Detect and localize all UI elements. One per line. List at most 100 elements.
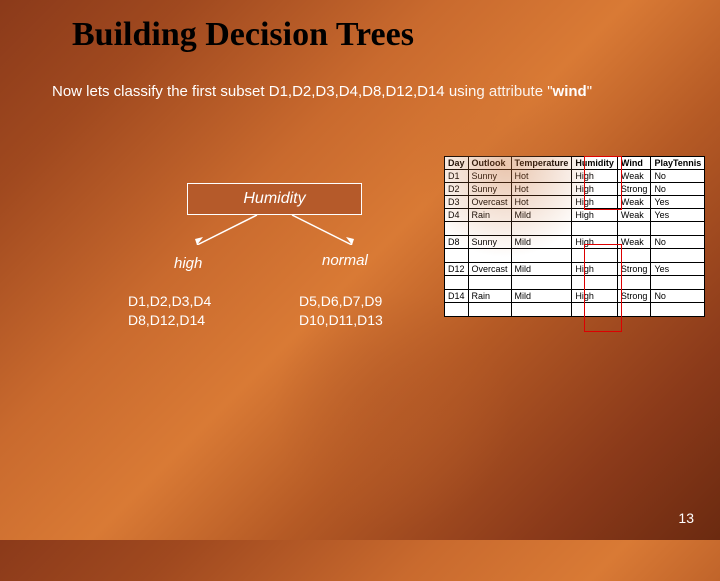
table-gap-cell [572,222,618,236]
table-row: D2SunnyHotHighStrongNo [445,183,705,196]
table-gap-cell [572,249,618,263]
table-cell: Weak [617,209,651,222]
table-cell: D2 [445,183,469,196]
table-gap-cell [617,249,651,263]
table-cell: D1 [445,170,469,183]
table-cell: No [651,290,705,303]
table-cell: Weak [617,170,651,183]
th-day: Day [445,157,469,170]
table-gap-cell [651,222,705,236]
table-gap-cell [617,303,651,317]
table-cell: No [651,170,705,183]
table-gap-cell [468,276,511,290]
table-cell: Weak [617,196,651,209]
table-cell: Mild [511,236,572,249]
table-gap-cell [572,303,618,317]
leaf-left-line2: D8,D12,D14 [128,311,211,330]
leaf-right-line1: D5,D6,D7,D9 [299,292,383,311]
table-cell: Rain [468,209,511,222]
table-gap-cell [445,303,469,317]
table-row: D8SunnyMildHighWeakNo [445,236,705,249]
table-cell: Sunny [468,170,511,183]
table-cell: High [572,263,618,276]
table-cell: D12 [445,263,469,276]
table-cell: Strong [617,183,651,196]
leaf-left-line1: D1,D2,D3,D4 [128,292,211,311]
table-cell: Hot [511,196,572,209]
table-gap-cell [468,222,511,236]
table-row: D4RainMildHighWeakYes [445,209,705,222]
table-cell: Overcast [468,263,511,276]
slide-title: Building Decision Trees [0,0,720,54]
table-gap-cell [572,276,618,290]
tree-root-node: Humidity [187,183,362,215]
table-gap-row [445,276,705,290]
data-table: Day Outlook Temperature Humidity Wind Pl… [444,156,705,317]
leaf-left: D1,D2,D3,D4 D8,D12,D14 [128,292,211,330]
table-gap-cell [651,303,705,317]
branch-label-high: high [174,255,202,272]
table-gap-cell [468,249,511,263]
table-cell: D3 [445,196,469,209]
table-cell: D4 [445,209,469,222]
table-gap-cell [651,276,705,290]
body-prefix: Now lets classify the first subset D1,D2… [52,83,547,100]
table-cell: High [572,196,618,209]
table-gap-cell [468,303,511,317]
table-cell: High [572,290,618,303]
table-gap-cell [445,276,469,290]
table-cell: Strong [617,263,651,276]
th-humidity: Humidity [572,157,618,170]
table-gap-cell [617,222,651,236]
table-cell: Hot [511,170,572,183]
table-gap-row [445,303,705,317]
table-cell: Mild [511,263,572,276]
table-cell: Strong [617,290,651,303]
table-cell: Sunny [468,236,511,249]
table-cell: Mild [511,290,572,303]
tree-branches [187,215,362,245]
table-cell: No [651,183,705,196]
table-header-row: Day Outlook Temperature Humidity Wind Pl… [445,157,705,170]
leaf-right-line2: D10,D11,D13 [299,311,383,330]
table-gap-cell [445,249,469,263]
table-cell: Mild [511,209,572,222]
table-cell: No [651,236,705,249]
table-row: D14RainMildHighStrongNo [445,290,705,303]
table-row: D3OvercastHotHighWeakYes [445,196,705,209]
table-gap-row [445,249,705,263]
table-cell: Hot [511,183,572,196]
th-outlook: Outlook [468,157,511,170]
page-number: 13 [678,510,694,526]
table-gap-row [445,222,705,236]
table-cell: D14 [445,290,469,303]
table-cell: High [572,183,618,196]
th-temp: Temperature [511,157,572,170]
table-cell: High [572,170,618,183]
table-cell: Sunny [468,183,511,196]
table-cell: D8 [445,236,469,249]
table-cell: Yes [651,263,705,276]
body-attr: wind [553,83,587,100]
table-gap-cell [511,303,572,317]
branch-label-normal: normal [322,252,368,269]
table-cell: Yes [651,209,705,222]
table-gap-cell [617,276,651,290]
table-row: D1SunnyHotHighWeakNo [445,170,705,183]
table-cell: Overcast [468,196,511,209]
th-play: PlayTennis [651,157,705,170]
table-row: D12OvercastMildHighStrongYes [445,263,705,276]
quote-close: " [587,83,592,100]
table-cell: Yes [651,196,705,209]
leaf-right: D5,D6,D7,D9 D10,D11,D13 [299,292,383,330]
table-cell: Rain [468,290,511,303]
table-gap-cell [651,249,705,263]
table-gap-cell [445,222,469,236]
table-gap-cell [511,222,572,236]
table-cell: Weak [617,236,651,249]
body-text: Now lets classify the first subset D1,D2… [0,54,600,102]
table-gap-cell [511,276,572,290]
th-wind: Wind [617,157,651,170]
table-cell: High [572,236,618,249]
table-gap-cell [511,249,572,263]
